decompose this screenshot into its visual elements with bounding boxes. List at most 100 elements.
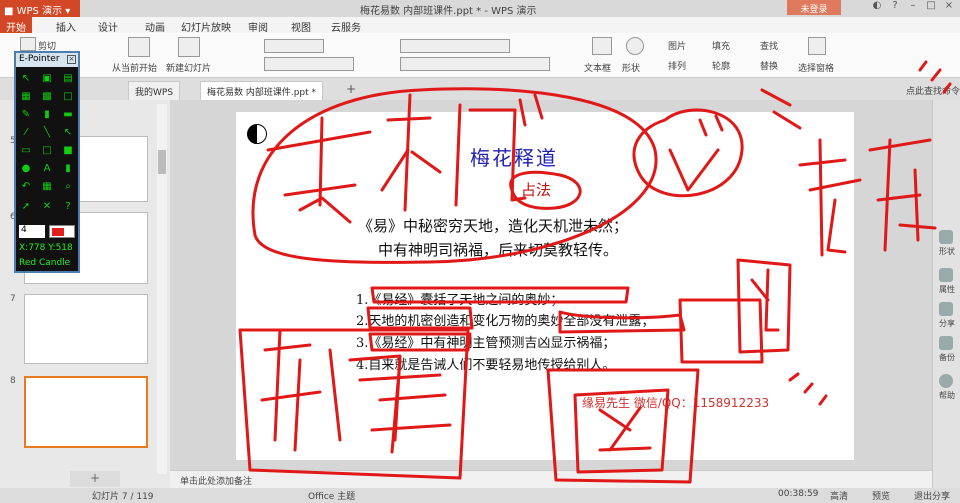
share-panel-label[interactable]: 分享 — [935, 318, 959, 329]
shape-button[interactable]: 形状 — [622, 61, 640, 74]
scrollbar-thumb[interactable] — [158, 150, 166, 174]
tab-document[interactable]: 梅花易数 内部班课件.ppt * — [200, 81, 324, 100]
property-panel-label[interactable]: 属性 — [935, 284, 959, 295]
replace-button[interactable]: 替换 — [760, 59, 778, 72]
filled-rect-tool-icon[interactable]: ■ — [61, 145, 75, 157]
share-timer: 00:38:59 — [778, 489, 819, 499]
epointer-toolbox[interactable]: E-Pointer × ↖ ▣ ▤ ▦ ▩ □ ✎ ▮ ▬ ⁄ ╲ ↖ ▭ □ … — [14, 51, 80, 273]
pen-color-select[interactable] — [49, 225, 75, 238]
move-tool-icon[interactable]: ➚ — [19, 201, 33, 213]
slide-subtitle[interactable]: 占法 — [521, 179, 551, 200]
help-icon[interactable]: ? — [886, 0, 904, 15]
frame-tool-icon[interactable]: □ — [61, 91, 75, 103]
shape-panel-label[interactable]: 形状 — [935, 246, 959, 257]
tab-insert[interactable]: 插入 — [56, 19, 76, 34]
slide-list-item[interactable]: 4.自来就是告诫人们不要轻易地传授给别人。 — [356, 354, 615, 373]
exit-share-button[interactable]: 退出分享 — [914, 489, 950, 502]
pen-size-select[interactable]: 4 — [19, 225, 45, 238]
tab-view[interactable]: 视图 — [291, 19, 311, 34]
tab-review[interactable]: 审阅 — [248, 19, 268, 34]
tab-my-wps[interactable]: 我的WPS — [128, 81, 181, 100]
tab-cloud[interactable]: 云服务 — [331, 19, 361, 34]
slide-list-item[interactable]: 3.《易经》中有神明主管预测吉凶显示祸福； — [356, 332, 615, 351]
tab-home[interactable]: 开始 — [0, 17, 32, 34]
help-tool-icon[interactable]: ? — [61, 201, 75, 213]
rect-outline-tool-icon[interactable]: □ — [40, 145, 54, 157]
save-tool-icon[interactable]: ▤ — [61, 73, 75, 85]
paragraph-toolbar[interactable] — [400, 39, 510, 53]
skin-icon[interactable]: ◐ — [868, 0, 886, 15]
slideshow-icon[interactable] — [128, 37, 150, 57]
open-tool-icon[interactable]: ▣ — [40, 73, 54, 85]
grid-tool-icon[interactable]: ▦ — [40, 181, 54, 193]
share-panel-icon[interactable] — [939, 302, 953, 316]
backup-panel-label[interactable]: 备份 — [935, 352, 959, 363]
close-icon[interactable]: × — [940, 0, 958, 15]
new-slide-button[interactable]: 新建幻灯片 — [166, 61, 211, 74]
zoom-tool-icon[interactable]: ⌕ — [61, 181, 75, 193]
command-search[interactable]: 点此查找命令 — [906, 84, 960, 97]
help-panel-icon[interactable] — [939, 374, 953, 388]
tab-slideshow[interactable]: 幻灯片放映 — [181, 19, 231, 34]
slide-thumbnail[interactable] — [24, 294, 148, 364]
find-button[interactable]: 查找 — [760, 39, 778, 52]
format-toolbar[interactable] — [264, 57, 354, 71]
highlight-tool-icon[interactable]: ▮ — [61, 163, 75, 175]
property-panel-icon[interactable] — [939, 268, 953, 282]
fill-button[interactable]: 填充 — [712, 39, 730, 52]
preview-button[interactable]: 预览 — [872, 489, 890, 502]
arrange-button[interactable]: 排列 — [668, 59, 686, 72]
backup-panel-icon[interactable] — [939, 336, 953, 350]
marker-tool-icon[interactable]: ▮ — [40, 109, 54, 121]
textbox-button[interactable]: 文本框 — [584, 61, 611, 74]
slide-title[interactable]: 梅花释道 — [470, 142, 558, 171]
pen-color-name: Red Candle — [19, 258, 71, 268]
brush-tool-icon[interactable]: ⁄ — [19, 127, 33, 139]
tab-design[interactable]: 设计 — [98, 19, 118, 34]
hd-button[interactable]: 高清 — [830, 489, 848, 502]
picture-button[interactable]: 图片 — [668, 39, 686, 52]
notes-pane[interactable]: 单击此处添加备注 — [170, 470, 932, 488]
new-tab-icon[interactable]: + — [346, 82, 356, 96]
login-button[interactable]: 未登录 — [787, 0, 841, 15]
cut-icon[interactable] — [20, 37, 36, 51]
clear-tool-icon[interactable]: ✕ — [40, 201, 54, 213]
outline-button[interactable]: 轮廓 — [712, 59, 730, 72]
line-tool-icon[interactable]: ╲ — [40, 127, 54, 139]
copy-tool-icon[interactable]: ▦ — [19, 91, 33, 103]
pointer-tool-icon[interactable]: ↖ — [19, 73, 33, 85]
slide-thumbnail-active[interactable] — [24, 376, 148, 448]
menu-bar: 开始 插入 设计 动画 幻灯片放映 审阅 视图 云服务 — [0, 17, 960, 34]
shape-icon[interactable] — [626, 37, 644, 55]
shape-panel-icon[interactable] — [939, 230, 953, 244]
minimize-icon[interactable]: – — [904, 0, 922, 15]
slide-list-item[interactable]: 1.《易经》囊括了天地之间的奥妙； — [356, 289, 563, 308]
theme-name: Office 主题 — [308, 492, 356, 502]
tab-animation[interactable]: 动画 — [145, 19, 165, 34]
align-toolbar[interactable] — [400, 57, 550, 71]
undo-tool-icon[interactable]: ↶ — [19, 181, 33, 193]
slide-contact-text[interactable]: 缘易先生 微信/QQ：1158912233 — [582, 394, 769, 411]
eraser-tool-icon[interactable]: ▬ — [61, 109, 75, 121]
from-current-button[interactable]: 从当前开始 — [112, 61, 157, 74]
slide-verse-line-2[interactable]: 中有神明司祸福，后来切莫教轻传。 — [378, 239, 618, 260]
ellipse-tool-icon[interactable]: ● — [19, 163, 33, 175]
text-tool-icon[interactable]: A — [40, 163, 54, 175]
textbox-icon[interactable] — [592, 37, 612, 55]
epointer-close-icon[interactable]: × — [67, 55, 76, 64]
app-menu-button[interactable]: ■ WPS 演示 ▾ — [0, 0, 80, 17]
arrow-tool-icon[interactable]: ↖ — [61, 127, 75, 139]
select-pane-button[interactable]: 选择窗格 — [798, 61, 834, 74]
select-pane-icon[interactable] — [808, 37, 826, 55]
help-panel-label[interactable]: 帮助 — [935, 390, 959, 401]
slide-verse-line-1[interactable]: 《易》中秘密穷天地，造化天机泄未然； — [358, 215, 628, 236]
rect-tool-icon[interactable]: ▭ — [19, 145, 33, 157]
pen-tool-icon[interactable]: ✎ — [19, 109, 33, 121]
status-bar: 幻灯片 7 / 119 Office 主题 00:38:59 高清 预览 退出分… — [0, 488, 960, 503]
screen-tool-icon[interactable]: ▩ — [40, 91, 54, 103]
slide-list-item[interactable]: 2.天地的机密创造和变化万物的奥妙全部没有泄露； — [356, 310, 654, 329]
maximize-icon[interactable]: □ — [922, 0, 940, 15]
add-slide-button[interactable]: + — [70, 471, 120, 487]
font-box[interactable] — [264, 39, 324, 53]
new-slide-icon[interactable] — [178, 37, 200, 57]
